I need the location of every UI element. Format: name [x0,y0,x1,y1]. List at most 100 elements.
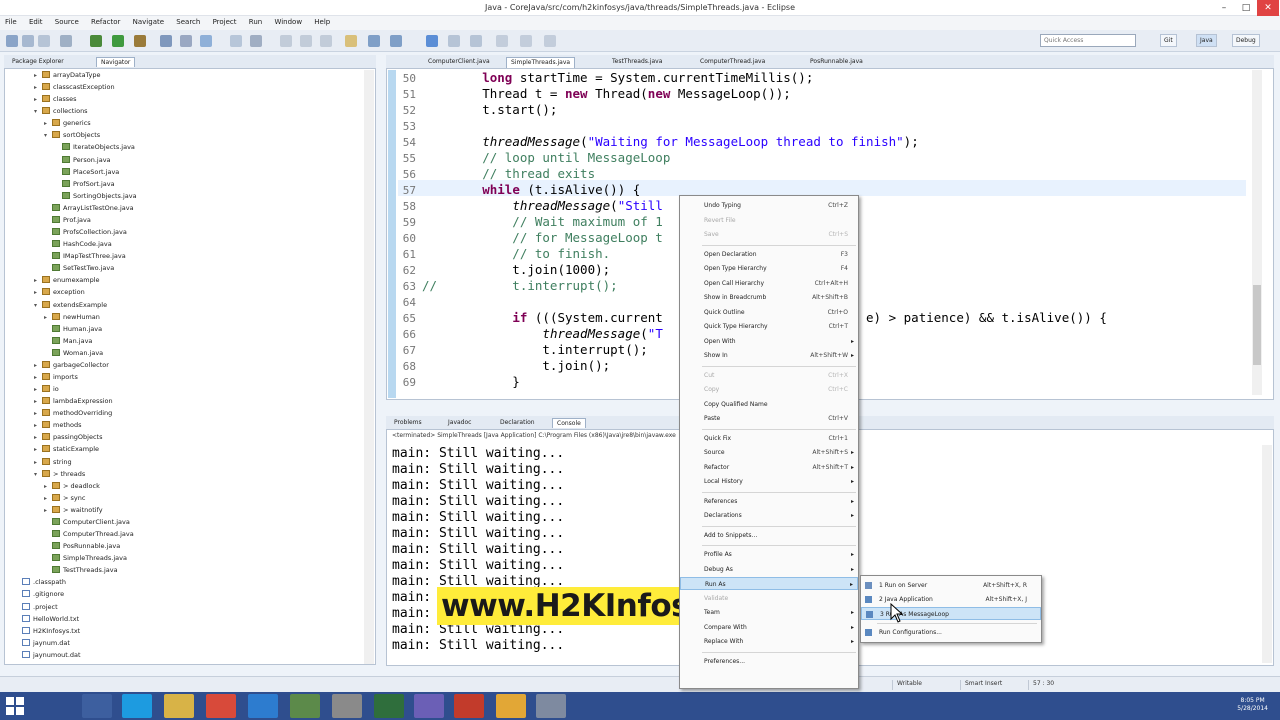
code-line[interactable]: threadMessage("Waiting for MessageLoop t… [422,134,919,149]
tree-item[interactable]: .gitignore [14,589,64,600]
context-menu-item[interactable]: Team ▸ [680,606,858,619]
console-scrollbar[interactable] [1262,445,1272,663]
tree-item[interactable]: ▾ collections [34,106,88,117]
toggle-mark-icon[interactable] [280,35,292,47]
context-menu-item[interactable]: Replace With ▸ [680,635,858,648]
context-menu-item[interactable]: Run As ▸ [680,577,858,590]
context-menu-item[interactable]: Paste Ctrl+V [680,412,858,425]
debug-icon[interactable] [90,35,102,47]
context-menu-item[interactable]: References ▸ [680,495,858,508]
expand-toggle-icon[interactable]: ▸ [34,70,42,81]
new-package-icon[interactable] [180,35,192,47]
expand-toggle-icon[interactable]: ▸ [34,444,42,455]
home-icon[interactable] [82,694,112,718]
editor-scroll-thumb[interactable] [1253,285,1261,365]
code-line[interactable]: t.interrupt(); [422,342,647,357]
editor-tab[interactable]: SimpleThreads.java [506,57,576,68]
tree-item[interactable]: .classpath [14,577,66,588]
tree-item[interactable]: ▸ garbageCollector [34,360,109,371]
menu-edit[interactable]: Edit [24,16,48,28]
tree-item[interactable]: ProfSort.java [54,179,115,190]
expand-toggle-icon[interactable]: ▸ [44,118,52,129]
tab-problems[interactable]: Problems [390,418,426,427]
expand-toggle-icon[interactable]: ▸ [34,275,42,286]
tree-item[interactable]: ▾ extendsExample [34,300,107,311]
media-icon[interactable] [496,694,526,718]
context-menu-item[interactable]: Profile As ▸ [680,548,858,561]
code-line[interactable]: t.join(); [422,358,610,373]
tree-item[interactable]: Prof.java [44,215,91,226]
debug-perspective-button[interactable]: Debug [1232,34,1260,47]
tree-item[interactable]: ▸ arrayDataType [34,70,101,81]
expand-toggle-icon[interactable]: ▸ [34,457,42,468]
tree-item[interactable]: ▸ classcastException [34,82,115,93]
expand-toggle-icon[interactable]: ▸ [34,372,42,383]
maximize-icon[interactable]: □ [1235,0,1257,16]
tree-item[interactable]: HelloWorld.txt [14,614,79,625]
tree-item[interactable]: ▸ > waitnotify [44,505,103,516]
editor-tab[interactable]: ComputerThread.java [696,57,769,68]
expand-toggle-icon[interactable]: ▾ [34,300,42,311]
tree-item[interactable]: ▸ > sync [44,493,85,504]
context-menu-item[interactable]: Undo Typing Ctrl+Z [680,199,858,212]
tree-item[interactable]: ▸ methodOverriding [34,408,112,419]
open-type-icon[interactable] [230,35,242,47]
minimize-icon[interactable]: – [1213,0,1235,16]
editor-tab[interactable]: PosRunnable.java [806,57,867,68]
expand-toggle-icon[interactable]: ▸ [34,94,42,105]
tree-item[interactable]: Human.java [44,324,102,335]
external-tools-icon[interactable] [134,35,146,47]
tree-item[interactable]: ▸ io [34,384,59,395]
chrome-icon[interactable] [206,694,236,718]
new-icon[interactable] [6,35,18,47]
tools-icon[interactable] [536,694,566,718]
submenu-item[interactable]: 2 Java Application Alt+Shift+X, J [861,593,1041,606]
code-line[interactable]: threadMessage("Still [422,198,663,213]
tab-javadoc[interactable]: Javadoc [444,418,475,427]
menu-source[interactable]: Source [50,16,84,28]
tree-item[interactable]: ▸ generics [44,118,91,129]
terminal-icon[interactable] [374,694,404,718]
context-menu-item[interactable]: Open Type Hierarchy F4 [680,262,858,275]
tree-item[interactable]: ▸ staticExample [34,444,99,455]
toggle-block-icon[interactable] [448,35,460,47]
context-menu-item[interactable]: Copy Qualified Name [680,398,858,411]
next-annotation-icon[interactable] [300,35,312,47]
editor-scrollbar[interactable] [1252,70,1262,395]
internet-explorer-icon[interactable] [248,694,278,718]
tree-item[interactable]: PlaceSort.java [54,167,119,178]
save-icon[interactable] [22,35,34,47]
acrobat-icon[interactable] [454,694,484,718]
tree-item[interactable]: ▸ passingObjects [34,432,103,443]
tree-item[interactable]: ▸ newHuman [44,312,100,323]
system-clock[interactable]: 8:05 PM 5/28/2014 [1237,697,1268,713]
code-line[interactable]: // t.interrupt(); [422,278,618,293]
tree-item[interactable]: H2KInfosys.txt [14,626,80,637]
context-menu-item[interactable]: Show In Alt+Shift+W ▸ [680,349,858,362]
last-edit-icon[interactable] [345,35,357,47]
save-all-icon[interactable] [38,35,50,47]
menu-run[interactable]: Run [244,16,267,28]
nav-prev-icon[interactable] [520,35,532,47]
menu-refactor[interactable]: Refactor [86,16,125,28]
tree-item[interactable]: jaynum.dat [14,638,70,649]
expand-toggle-icon[interactable]: ▸ [34,360,42,371]
tree-item[interactable]: ▸ exception [34,287,85,298]
code-line[interactable]: long startTime = System.currentTimeMilli… [422,70,813,85]
expand-toggle-icon[interactable]: ▸ [44,505,52,516]
menu-search[interactable]: Search [171,16,205,28]
editor-tab[interactable]: TestThreads.java [608,57,666,68]
code-line[interactable]: } [422,374,520,389]
tree-item[interactable]: SortingObjects.java [54,191,137,202]
new-class-icon[interactable] [200,35,212,47]
tree-item[interactable]: ▾ > threads [34,469,85,480]
eclipse-icon[interactable] [414,694,444,718]
expand-toggle-icon[interactable]: ▸ [34,82,42,93]
pin-editor-icon[interactable] [496,35,508,47]
tab-console[interactable]: Console [552,418,586,428]
expand-toggle-icon[interactable]: ▸ [44,481,52,492]
tree-item[interactable]: Woman.java [44,348,103,359]
tree-item[interactable]: PosRunnable.java [44,541,120,552]
code-line[interactable]: // Wait maximum of 1 [422,214,663,229]
tree-item[interactable]: SetTestTwo.java [44,263,114,274]
